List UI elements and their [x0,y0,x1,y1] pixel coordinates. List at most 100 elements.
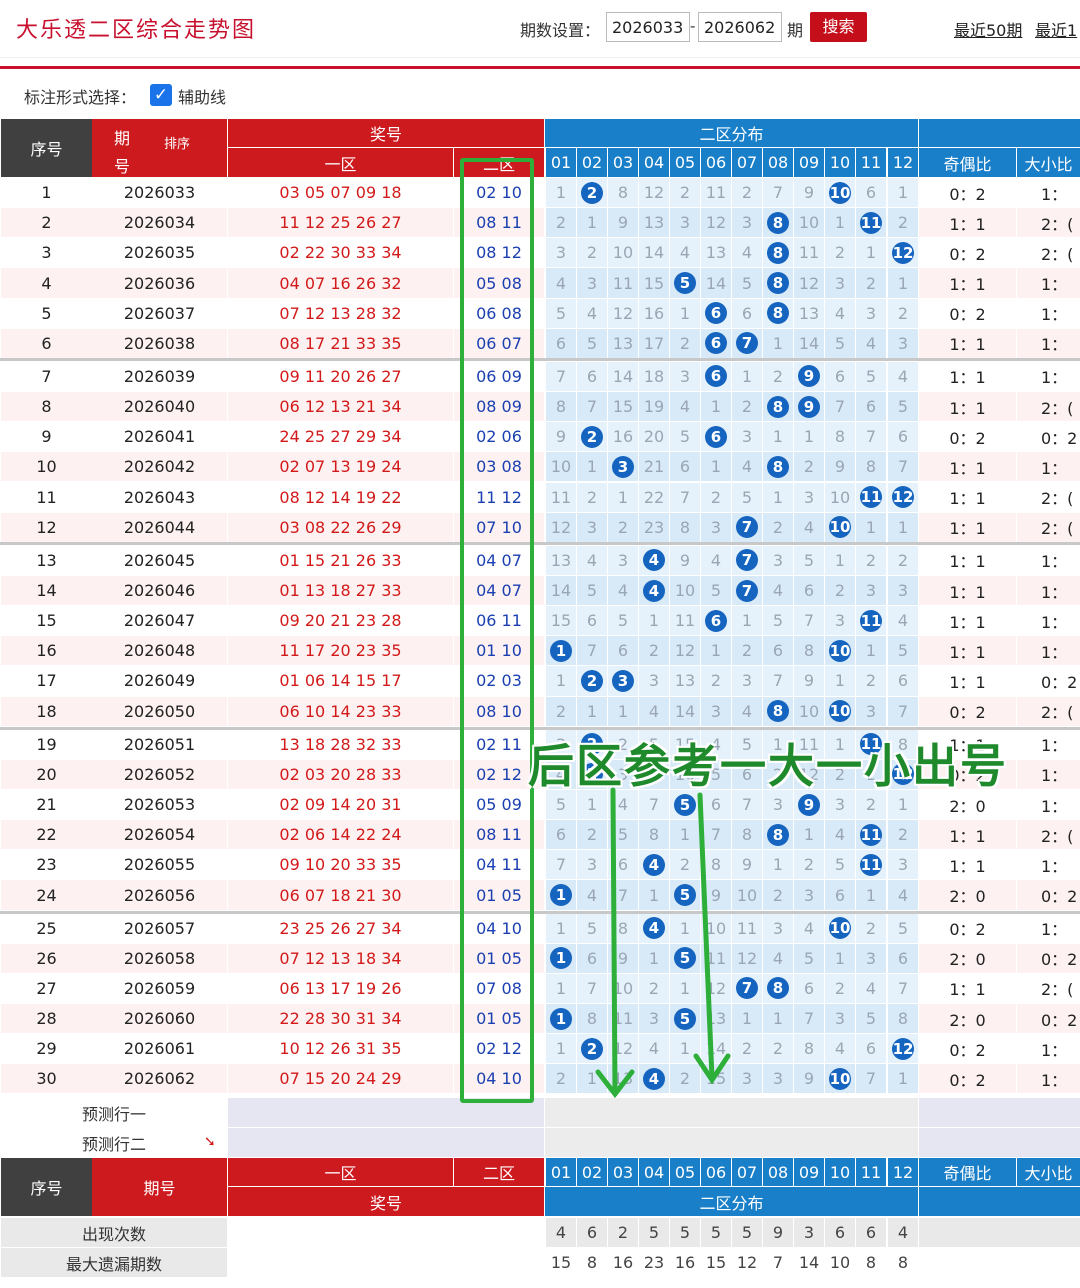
stats-label: 出现次数 [1,1218,227,1247]
stats-value: 8 [888,1248,918,1277]
hit-ball: 8 [767,823,789,846]
dist-cell: 6 [856,1034,886,1064]
dist-cell: 10 [608,238,638,268]
dist-cell: 6 [701,422,731,452]
dist-cell: 11 [732,913,762,943]
row-seq: 11 [1,482,92,512]
dist-cell: 6 [701,606,731,636]
row-seq: 9 [1,422,92,452]
dist-cell: 8 [732,820,762,850]
row-period: 2026048 [92,636,227,666]
hit-ball: 6 [705,302,727,325]
dist-cell: 4 [546,268,576,298]
row-zone1: 03 08 22 26 29 [228,512,453,542]
dist-cell: 14 [701,268,731,298]
dist-cell: 2 [577,482,607,512]
dist-cell: 7 [763,666,793,696]
dist-cell: 14 [670,696,700,726]
dist-cell: 3 [825,606,855,636]
dist-cell: 13 [701,238,731,268]
dist-cell: 5 [888,913,918,943]
dist-cell: 16 [639,298,669,328]
row-odd-even: 1：1 [919,850,1016,880]
row-odd-even: 0：2 [919,1064,1016,1094]
dist-cell: 1 [546,1004,576,1034]
dist-cell: 5 [608,606,638,636]
row-odd-even: 1：1 [919,361,1016,392]
hit-ball: 8 [767,700,789,723]
dist-cell: 12 [732,943,762,973]
recent-other-link[interactable]: 最近1 [1035,17,1077,41]
sort-button[interactable]: 排序 [164,133,190,152]
header-prize: 奖号 [228,119,544,147]
predict-row-2: 预测行二 [1,1128,227,1157]
dist-cell: 1 [639,880,669,910]
row-odd-even: 0：2 [919,913,1016,943]
dist-cell: 2 [763,880,793,910]
dist-cell: 1 [732,361,762,392]
row-period: 2026060 [92,1004,227,1034]
dist-cell: 3 [670,361,700,392]
end-period-input[interactable] [698,12,782,42]
row-odd-even: 0：2 [919,696,1016,726]
footer-col-06: 06 [701,1158,731,1186]
row-zone1: 02 09 14 20 31 [228,790,453,820]
dist-cell: 7 [732,512,762,542]
dist-cell: 3 [856,696,886,726]
row-period: 2026057 [92,913,227,943]
row-big-small: 0：2 [1017,666,1080,696]
dist-cell: 2 [639,973,669,1004]
col-header-01: 01 [546,148,576,177]
search-button[interactable]: 搜索 [810,12,867,42]
footer-col-07: 07 [732,1158,762,1186]
stats-ext [919,1218,1080,1247]
dist-cell: 2 [794,452,824,482]
dist-cell: 15 [608,392,638,422]
dist-cell: 3 [888,575,918,606]
predict-arrow-icon[interactable]: ➘ [204,1134,216,1150]
aux-line-checkbox[interactable]: ✓ [150,84,172,106]
dist-cell: 1 [608,696,638,726]
dist-cell: 7 [577,973,607,1004]
row-zone1: 01 13 18 27 33 [228,575,453,606]
dist-cell: 1 [888,178,918,208]
row-seq: 29 [1,1034,92,1064]
row-big-small: 2：( [1017,820,1080,850]
row-zone1: 06 10 14 23 33 [228,696,453,726]
dist-cell: 1 [670,973,700,1004]
hit-ball: 7 [736,549,758,572]
dist-cell: 6 [856,392,886,422]
dist-cell: 8 [577,1004,607,1034]
col-header-03: 03 [608,148,638,177]
row-odd-even: 1：1 [919,606,1016,636]
dist-cell: 10 [608,973,638,1004]
hit-ball: 11 [860,823,882,846]
recent-50-link[interactable]: 最近50期 [954,17,1022,41]
row-zone1: 11 17 20 23 35 [228,636,453,666]
dist-cell: 8 [794,1034,824,1064]
row-seq: 21 [1,790,92,820]
start-period-input[interactable] [606,12,690,42]
dist-cell: 7 [732,973,762,1004]
dist-cell: 2 [670,850,700,880]
dist-cell: 11 [856,850,886,880]
stats-value: 7 [763,1248,793,1277]
dist-cell: 8 [763,696,793,726]
dist-cell: 1 [670,298,700,328]
dist-cell: 2 [546,696,576,726]
stats-ext [919,1248,1080,1277]
row-odd-even: 1：1 [919,208,1016,238]
dist-cell: 2 [856,545,886,575]
row-period: 2026050 [92,696,227,726]
dist-cell: 21 [639,452,669,482]
dist-cell: 10 [825,636,855,666]
dist-cell: 20 [639,422,669,452]
footer-col-04: 04 [639,1158,669,1186]
row-seq: 16 [1,636,92,666]
dist-cell: 1 [546,880,576,910]
dist-cell: 19 [639,392,669,422]
row-period: 2026042 [92,452,227,482]
dist-cell: 10 [825,696,855,726]
row-zone1: 02 07 13 19 24 [228,452,453,482]
stats-blank [228,1248,544,1277]
